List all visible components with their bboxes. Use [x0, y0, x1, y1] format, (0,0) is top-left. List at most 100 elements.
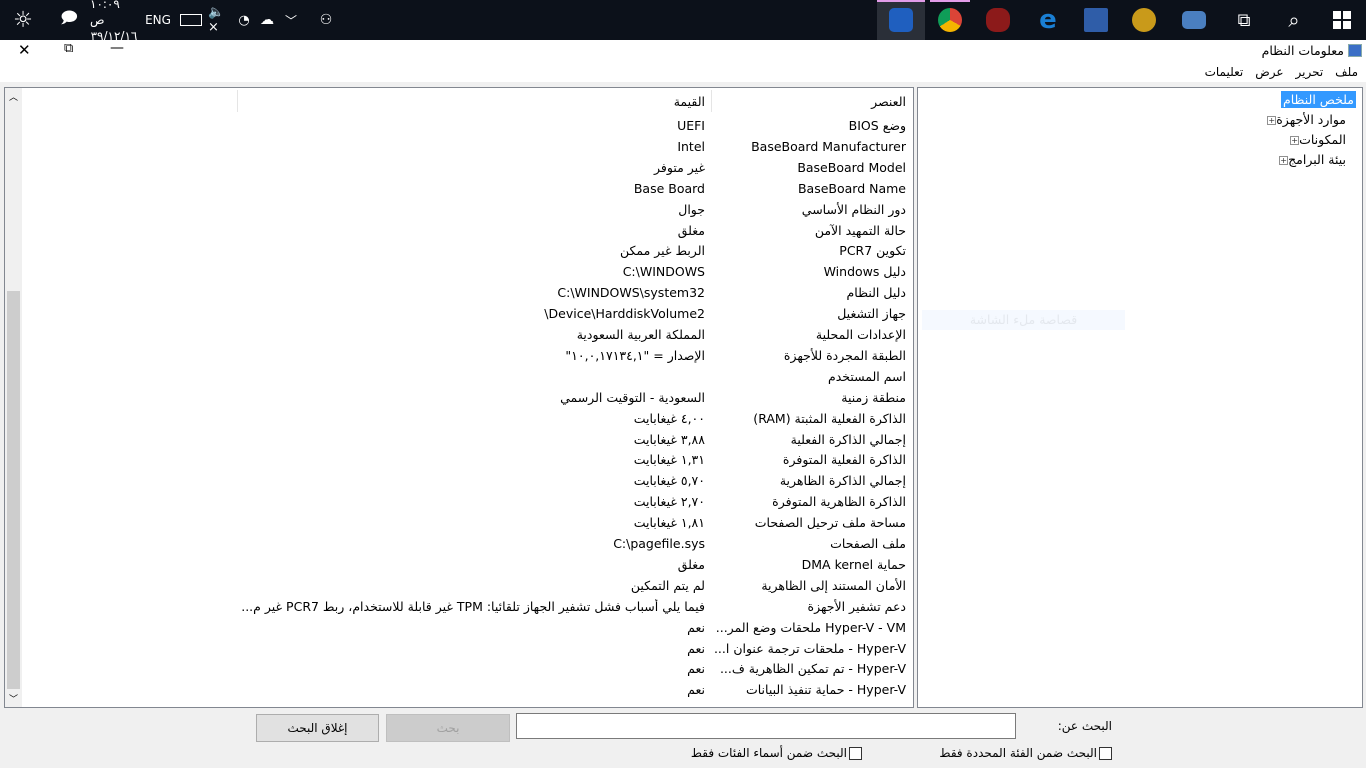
language-indicator[interactable]: ENG [144, 0, 172, 40]
table-row[interactable]: تكوين PCR7 الربط غير ممكن [5, 241, 913, 262]
item-cell: الطبقة المجردة للأجهزة [783, 347, 906, 363]
menu-edit[interactable]: تحرير [1296, 65, 1324, 79]
close-button[interactable]: ✕ [18, 41, 31, 59]
tree-item-system-summary[interactable]: ملخص النظام [1280, 91, 1356, 108]
search-selected-category-checkbox[interactable]: البحث ضمن الفئة المحددة فقط [939, 746, 1112, 760]
table-row[interactable]: مساحة ملف ترحيل الصفحات ١,٨١ غيغابايت [5, 513, 913, 534]
edge-app[interactable]: e [1024, 0, 1072, 40]
table-row[interactable]: الطبقة المجردة للأجهزة الإصدار = "١٠,٠,١٧… [5, 346, 913, 367]
table-row[interactable]: دليل Windows C:\WINDOWS [5, 262, 913, 283]
expand-icon[interactable]: + [1290, 136, 1300, 145]
value-cell: Base Board [633, 180, 705, 196]
item-cell: حالة التمهيد الآمن [814, 222, 906, 238]
item-cell: تكوين PCR7 [839, 243, 906, 259]
search-category-names-checkbox[interactable]: البحث ضمن أسماء الفئات فقط [691, 746, 862, 760]
table-row[interactable]: BaseBoard Model غير متوفر [5, 158, 913, 179]
table-row[interactable]: الذاكرة الظاهرية المتوفرة ٢,٧٠ غيغابايت [5, 492, 913, 513]
table-row[interactable]: Hyper-V - حماية تنفيذ البيانات نعم [5, 680, 913, 701]
checkbox-box[interactable] [1099, 746, 1112, 760]
value-cell: ٣,٨٨ غيغابايت [633, 431, 705, 447]
column-divider [237, 90, 238, 112]
item-cell: اسم المستخدم [827, 368, 906, 384]
action-center-icon[interactable]: 🗩 [58, 0, 80, 40]
column-divider [711, 90, 712, 112]
value-cell: نعم [687, 682, 705, 698]
value-cell: ٢,٧٠ غيغابايت [633, 494, 705, 510]
checkbox-box[interactable] [849, 746, 862, 760]
remote-app[interactable] [1072, 0, 1120, 40]
value-cell: مغلق [677, 556, 705, 572]
brightness-icon[interactable]: ☼ [6, 0, 40, 40]
menu-bar: ملف تحرير عرض تعليمات [0, 62, 1366, 82]
column-header-item[interactable]: العنصر [716, 94, 906, 109]
table-row[interactable]: BaseBoard Name Base Board [5, 179, 913, 200]
table-row[interactable]: Hyper-V - VM ملحقات وضع المر... نعم [5, 618, 913, 639]
item-cell: وضع BIOS [848, 118, 906, 133]
clock[interactable]: ١٠:٠٩ ص ٣٩/١٢/١٦ [90, 0, 138, 43]
table-row[interactable]: دعم تشفير الأجهزة فيما يلي أسباب فشل تشفي… [5, 597, 913, 618]
item-cell: الأمان المستند إلى الظاهرية [761, 577, 906, 593]
table-row[interactable]: منطقة زمنية السعودية - التوقيت الرسمي [5, 388, 913, 409]
column-header-value[interactable]: القيمة [245, 94, 705, 109]
people-icon[interactable]: ⚇ [316, 0, 336, 40]
minimize-button[interactable]: — [110, 40, 124, 56]
item-cell: BaseBoard Model [797, 159, 906, 175]
active-indicator [877, 0, 925, 2]
search-input[interactable] [516, 713, 1016, 739]
category-tree: ملخص النظام موارد الأجهزة+ المكونات+ بيئ… [917, 87, 1363, 708]
menu-view[interactable]: عرض [1255, 65, 1283, 79]
table-row[interactable]: دور النظام الأساسي جوال [5, 200, 913, 221]
item-cell: دور النظام الأساسي [801, 201, 906, 217]
item-cell: دعم تشفير الأجهزة [807, 598, 906, 614]
table-row[interactable]: حماية DMA kernel مغلق [5, 555, 913, 576]
item-cell: منطقة زمنية [841, 389, 906, 405]
table-row[interactable]: Hyper-V - ملحقات ترجمة عنوان ا... نعم [5, 639, 913, 660]
tree-item-hardware-resources[interactable]: موارد الأجهزة+ [1263, 112, 1346, 127]
windows-start-icon[interactable] [1318, 0, 1366, 40]
chrome-app[interactable] [926, 0, 974, 40]
tree-item-components[interactable]: المكونات+ [1286, 132, 1346, 147]
tree-item-software-environment[interactable]: بيئة البرامج+ [1275, 152, 1346, 167]
expand-icon[interactable]: + [1267, 116, 1277, 125]
volume-muted-icon[interactable]: 🔈× [208, 0, 228, 40]
table-row[interactable]: الذاكرة الفعلية المتوفرة ١,٣١ غيغابايت [5, 450, 913, 471]
table-row[interactable]: إجمالي الذاكرة الفعلية ٣,٨٨ غيغابايت [5, 430, 913, 451]
table-row[interactable]: دليل النظام C:\WINDOWS\system32 [5, 283, 913, 304]
media-player-app[interactable] [974, 0, 1022, 40]
gold-app[interactable] [1120, 0, 1168, 40]
value-cell: C:\pagefile.sys [613, 536, 705, 551]
value-cell: Intel [677, 138, 705, 154]
table-row[interactable]: Hyper-V - تم تمكين الظاهرية ف... نعم [5, 659, 913, 680]
search-icon[interactable]: ⌕ [1270, 0, 1318, 40]
item-cell: إجمالي الذاكرة الظاهرية [779, 473, 906, 489]
expand-icon[interactable]: + [1279, 156, 1289, 165]
table-row[interactable]: BaseBoard Manufacturer Intel [5, 137, 913, 158]
close-find-button[interactable]: إغلاق البحث [256, 714, 379, 742]
value-cell: الإصدار = "١٠,٠,١٧١٣٤,١" [565, 347, 705, 363]
table-row[interactable]: الإعدادات المحلية المملكة العربية السعودي… [5, 325, 913, 346]
keyboard-icon[interactable] [178, 0, 204, 40]
menu-help[interactable]: تعليمات [1205, 65, 1244, 79]
table-row[interactable]: إجمالي الذاكرة الظاهرية ٥,٧٠ غيغابايت [5, 471, 913, 492]
menu-file[interactable]: ملف [1335, 65, 1358, 79]
value-cell: ٤,٠٠ غيغابايت [633, 410, 705, 426]
value-cell: ١,٨١ غيغابايت [633, 515, 705, 531]
wifi-icon[interactable]: ◔ [234, 0, 254, 40]
restore-button[interactable]: ⧉ [64, 41, 73, 56]
chevron-down-icon[interactable]: ﹀ [282, 0, 300, 40]
table-row[interactable]: الذاكرة الفعلية المثبتة (RAM) ٤,٠٠ غيغابا… [5, 409, 913, 430]
table-row[interactable]: وضع BIOS UEFI [5, 116, 913, 137]
window-title: معلومات النظام [1261, 43, 1344, 58]
table-row[interactable]: حالة التمهيد الآمن مغلق [5, 221, 913, 242]
scroll-up-icon[interactable]: ︿ [9, 90, 18, 103]
chat-app[interactable] [1170, 0, 1218, 40]
table-row[interactable]: اسم المستخدم [5, 367, 913, 388]
table-row[interactable]: ملف الصفحات C:\pagefile.sys [5, 534, 913, 555]
onedrive-icon[interactable]: ☁ [256, 0, 278, 40]
table-row[interactable]: جهاز التشغيل Device\HarddiskVolume2\ [5, 304, 913, 325]
table-row[interactable]: الأمان المستند إلى الظاهرية لم يتم التمكي… [5, 576, 913, 597]
find-button[interactable]: بحث [386, 714, 510, 742]
task-view-icon[interactable]: ⧉ [1220, 0, 1268, 40]
system-information-app[interactable] [877, 0, 925, 40]
value-cell: نعم [687, 640, 705, 656]
